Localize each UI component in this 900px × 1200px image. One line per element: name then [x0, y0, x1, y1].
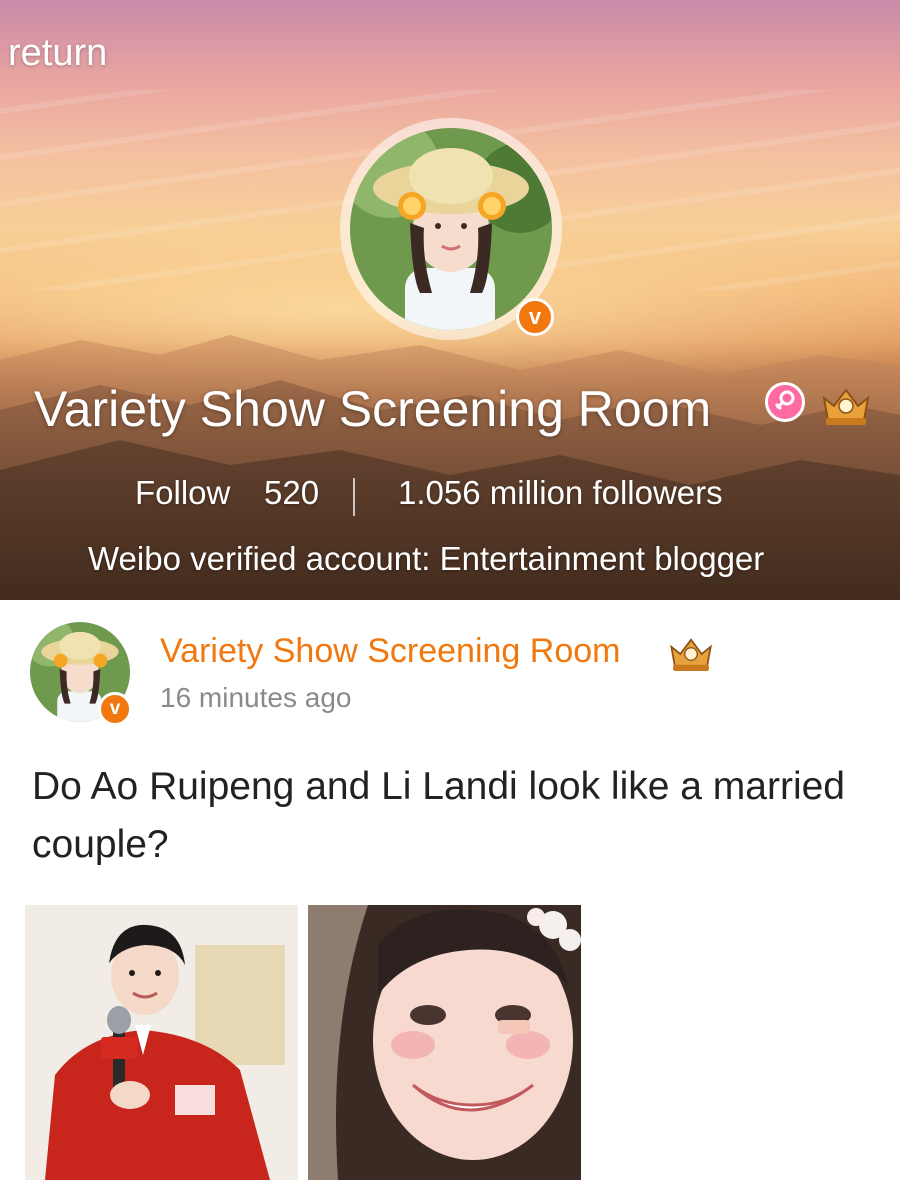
post-timestamp: 16 minutes ago	[160, 682, 352, 713]
crown-level-icon[interactable]	[818, 384, 874, 433]
verified-v-icon: v	[528, 304, 542, 329]
female-gender-icon	[765, 382, 805, 422]
post-image-1[interactable]	[25, 905, 298, 1180]
return-button[interactable]: return	[8, 32, 107, 75]
post-image-2[interactable]	[308, 905, 581, 1180]
profile-name: Variety Show Screening Room	[34, 381, 712, 437]
post-author-name[interactable]: Variety Show Screening Room	[160, 632, 620, 671]
verification-text: Weibo verified account: Entertainment bl…	[88, 540, 765, 577]
stats-divider	[353, 478, 355, 516]
post-text: Do Ao Ruipeng and Li Landi look like a m…	[32, 765, 846, 866]
follow-count[interactable]: 520	[264, 474, 319, 512]
post-verified-badge: v	[98, 692, 132, 726]
followers-count[interactable]: 1.056 million followers	[398, 474, 723, 512]
avatar-photo	[350, 128, 552, 330]
verified-badge: v	[516, 298, 554, 336]
verified-v-icon: v	[109, 698, 121, 719]
crown-level-icon[interactable]	[666, 634, 716, 679]
follow-label[interactable]: Follow	[135, 474, 230, 512]
